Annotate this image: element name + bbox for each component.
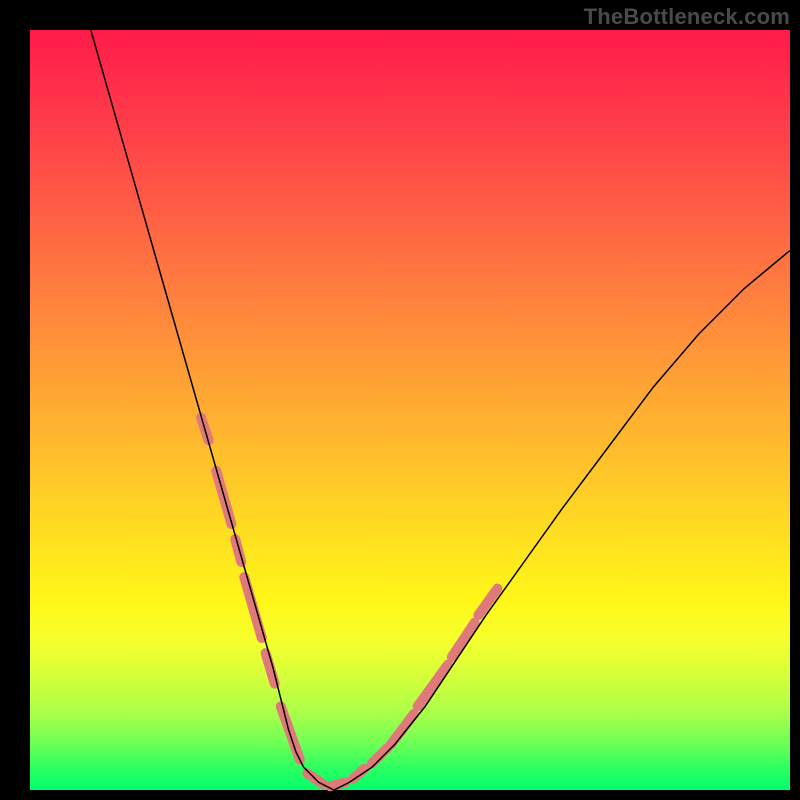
highlight-segment: [235, 539, 241, 562]
highlight-group: [201, 418, 497, 787]
highlight-segment: [418, 665, 448, 707]
highlight-segment: [452, 623, 475, 657]
curve-svg: [30, 30, 790, 790]
plot-area: [30, 30, 790, 790]
chart-frame: TheBottleneck.com: [0, 0, 800, 800]
highlight-segment: [478, 589, 497, 616]
highlight-segment: [372, 748, 387, 763]
highlight-segment: [244, 577, 261, 638]
watermark-text: TheBottleneck.com: [584, 4, 790, 30]
highlight-segment: [391, 714, 414, 744]
